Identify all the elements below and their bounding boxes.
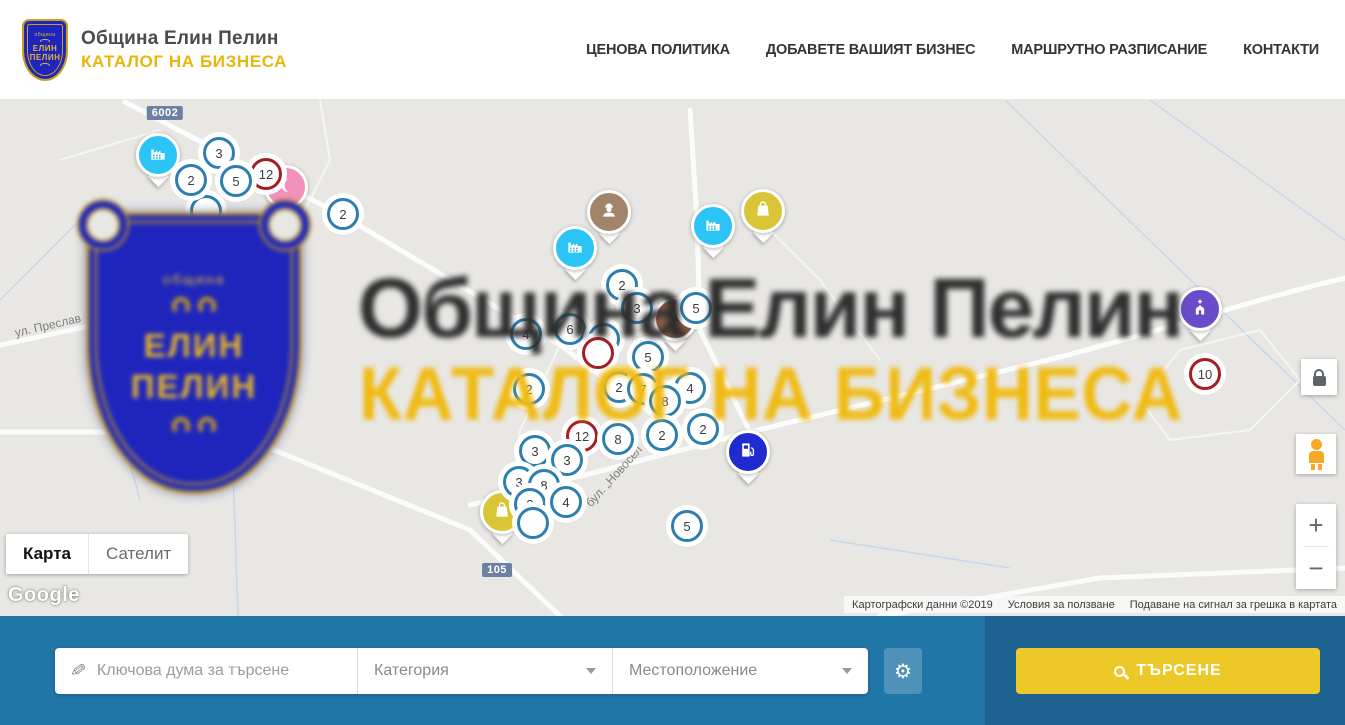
gear-icon: ⚙ — [894, 661, 912, 683]
road-number-badge: 6002 — [147, 106, 183, 120]
cluster-marker[interactable]: 5 — [220, 165, 252, 197]
watermark-title: Община Елин Пелин — [330, 260, 1210, 357]
map-data-copyright: Картографски данни ©2019 — [852, 599, 993, 611]
chevron-down-icon — [586, 668, 596, 674]
category-label: Категория — [374, 662, 449, 680]
map-type-satellite-button[interactable]: Сателит — [88, 534, 188, 574]
search-bar: ✎ Категория Местоположение ⚙ ТЪРСЕНЕ — [0, 616, 1345, 725]
brand[interactable]: община ЕЛИН ПЕЛИН Община Елин Пелин КАТА… — [22, 19, 287, 81]
municipality-crest-logo: община ЕЛИН ПЕЛИН — [22, 19, 68, 81]
crest-ornament — [172, 297, 216, 315]
search-button[interactable]: ТЪРСЕНЕ — [1016, 648, 1320, 694]
bag-icon — [753, 199, 773, 224]
pencil-icon: ✎ — [68, 659, 87, 684]
terms-of-use-link[interactable]: Условия за ползване — [1008, 599, 1115, 611]
map-type-map-button[interactable]: Карта — [6, 534, 88, 574]
nav-pricing-policy[interactable]: ЦЕНОВА ПОЛИТИКА — [586, 42, 730, 58]
location-label: Местоположение — [629, 662, 757, 680]
cluster-marker[interactable] — [517, 507, 549, 539]
site-title: Община Елин Пелин — [81, 28, 287, 50]
google-map[interactable]: ул. Преславбул. „Новоселщи" 6002105 3212… — [0, 100, 1345, 616]
zoom-control: + − — [1296, 504, 1336, 589]
keyword-input[interactable] — [97, 662, 327, 680]
factory-icon — [565, 236, 585, 261]
cluster-marker[interactable]: 5 — [671, 510, 703, 542]
keyword-field[interactable]: ✎ — [55, 648, 357, 694]
google-logo[interactable]: Google — [8, 584, 80, 607]
nav-add-your-business[interactable]: ДОБАВЕТЕ ВАШИЯТ БИЗНЕС — [766, 42, 975, 58]
factory-pin[interactable] — [691, 204, 735, 248]
map-type-control: Карта Сателит — [6, 534, 188, 574]
street-view-pegman-button[interactable] — [1296, 434, 1336, 474]
zoom-out-button[interactable]: − — [1296, 547, 1336, 589]
fuel-icon — [738, 440, 758, 465]
search-fields-group: ✎ Категория Местоположение — [55, 648, 868, 694]
header: община ЕЛИН ПЕЛИН Община Елин Пелин КАТА… — [0, 0, 1345, 100]
cluster-marker[interactable]: 3 — [203, 137, 235, 169]
road-number-badge: 105 — [482, 563, 512, 577]
pegman-icon — [1311, 439, 1322, 450]
cluster-marker[interactable]: 2 — [327, 198, 359, 230]
crest-name-text: ЕЛИН ПЕЛИН — [30, 44, 61, 62]
crest-ornament — [40, 63, 50, 67]
nav-route-schedule[interactable]: МАРШРУТНО РАЗПИСАНИЕ — [1011, 42, 1207, 58]
lock-button[interactable] — [1301, 359, 1337, 395]
zoom-in-button[interactable]: + — [1296, 504, 1336, 546]
cluster-marker[interactable]: 4 — [550, 486, 582, 518]
watermark-crest: община ЕЛИН ПЕЛИН — [86, 212, 302, 494]
site-subtitle: КАТАЛОГ НА БИЗНЕСА — [81, 52, 287, 72]
crest-ornament — [172, 417, 216, 435]
advanced-settings-button[interactable]: ⚙ — [884, 648, 922, 694]
location-dropdown[interactable]: Местоположение — [612, 648, 868, 694]
crest-ornament — [40, 39, 50, 43]
chevron-down-icon — [842, 668, 852, 674]
factory-pin[interactable] — [136, 133, 180, 177]
report-map-error-link[interactable]: Подаване на сигнал за грешка в картата — [1130, 599, 1337, 611]
nav-contacts[interactable]: КОНТАКТИ — [1243, 42, 1319, 58]
factory-icon — [703, 214, 723, 239]
cluster-marker[interactable]: 12 — [250, 158, 282, 190]
factory-icon — [148, 143, 168, 168]
main-nav: ЦЕНОВА ПОЛИТИКА ДОБАВЕТЕ ВАШИЯТ БИЗНЕС М… — [586, 42, 1319, 58]
worker-icon — [599, 200, 619, 225]
watermark-subtitle: КАТАЛОГ НА БИЗНЕСА — [335, 352, 1207, 438]
bag-icon — [492, 500, 512, 525]
bag-pin[interactable] — [741, 189, 785, 233]
cluster-marker[interactable]: 3 — [551, 444, 583, 476]
cluster-marker[interactable]: 3 — [519, 435, 551, 467]
cluster-marker[interactable]: 2 — [175, 164, 207, 196]
search-button-label: ТЪРСЕНЕ — [1136, 662, 1221, 680]
crest-top-text: община — [34, 32, 55, 38]
search-icon — [1114, 666, 1125, 677]
category-dropdown[interactable]: Категория — [357, 648, 612, 694]
map-attribution: Картографски данни ©2019 Условия за полз… — [844, 596, 1345, 613]
